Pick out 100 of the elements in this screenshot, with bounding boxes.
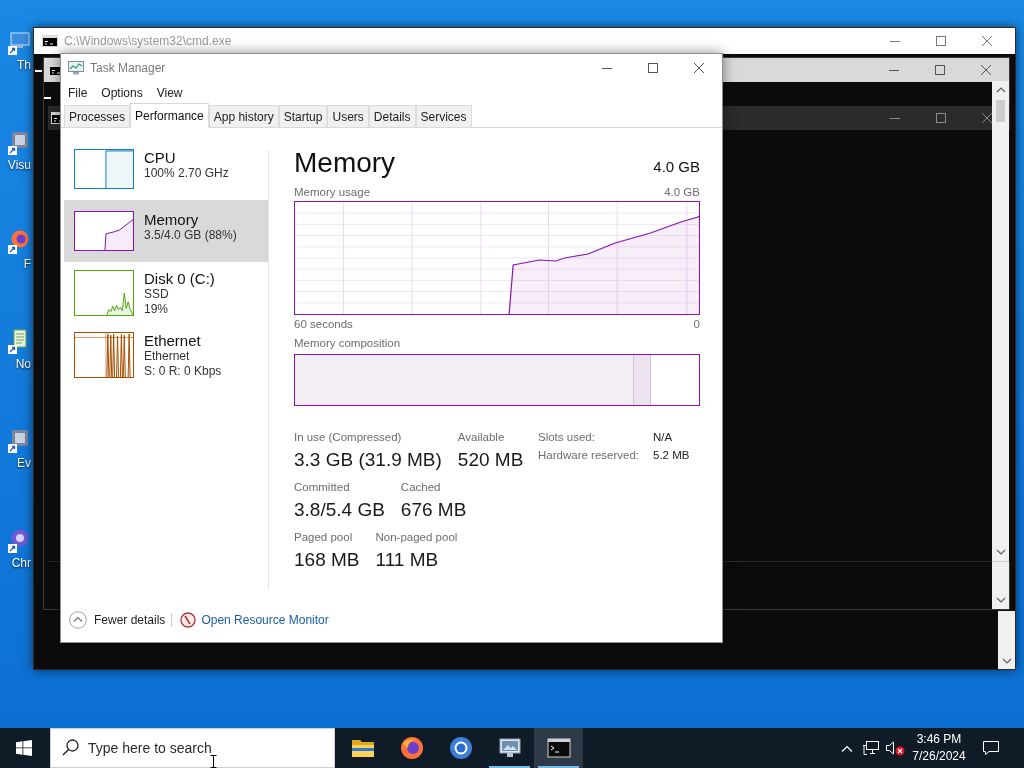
- menu-item[interactable]: File: [61, 84, 95, 102]
- maximize-icon: [648, 63, 658, 73]
- resource-item[interactable]: Disk 0 (C:) SSD 19%: [64, 262, 268, 324]
- notification-icon[interactable]: [982, 740, 1000, 756]
- minimize-icon: [602, 67, 612, 69]
- resource-detail: Ethernet: [144, 349, 191, 364]
- stat-value: 111 MB: [375, 548, 440, 572]
- graph-max-label: 4.0 GB: [664, 185, 700, 199]
- minimize-icon: [889, 69, 899, 71]
- window-title: C:\Windows\system32\cmd.exe: [64, 33, 232, 50]
- maximize-icon: [935, 65, 945, 75]
- icon-label[interactable]: Visu: [7, 157, 31, 172]
- resource-monitor-link[interactable]: Open Resource Monitor: [201, 610, 329, 629]
- shortcut-icon[interactable]: [7, 129, 31, 156]
- maximize-icon: [936, 36, 946, 46]
- shortcut-icon[interactable]: [7, 527, 31, 554]
- resource-name: Memory: [144, 211, 200, 228]
- tab[interactable]: Processes: [64, 105, 131, 127]
- axis-label: 0: [693, 317, 700, 331]
- resource-name: CPU: [144, 149, 177, 166]
- scrollbar-thumb[interactable]: [996, 100, 1005, 122]
- graph-label: Memory composition: [294, 336, 402, 350]
- speaker-muted-icon[interactable]: [885, 740, 905, 756]
- folder-icon[interactable]: [350, 738, 375, 758]
- info-label: Slots used:: [538, 430, 596, 445]
- tab[interactable]: Services: [415, 105, 472, 127]
- monitor-chart-icon: [68, 61, 84, 75]
- tab[interactable]: App history: [208, 105, 279, 127]
- stat-value: 3.8/5.4 GB: [294, 498, 385, 522]
- tab[interactable]: Details: [368, 105, 416, 127]
- circle-slash-icon: [180, 611, 197, 628]
- icon-label[interactable]: Chr: [11, 555, 31, 570]
- capacity-text: 4.0 GB: [653, 157, 700, 177]
- scrollbar[interactable]: [998, 611, 1015, 669]
- maximize-icon: [936, 113, 946, 123]
- stat-label: In use (Compressed): [294, 430, 403, 444]
- stat-label: Paged pool: [294, 530, 354, 544]
- stat-value: 3.3 GB (31.9 MB): [294, 448, 442, 472]
- console-cursor: [44, 97, 51, 99]
- minimize-icon: [890, 40, 900, 42]
- close-icon: [981, 65, 991, 75]
- chevron-down-icon[interactable]: [995, 548, 1006, 556]
- menu-item[interactable]: View: [149, 84, 190, 102]
- resource-detail: S: 0 R: 0 Kbps: [144, 363, 222, 378]
- tab[interactable]: Startup: [278, 105, 328, 127]
- resource-detail: SSD: [144, 287, 170, 302]
- shortcut-icon[interactable]: [7, 30, 31, 56]
- graph-label: Memory usage: [294, 185, 371, 199]
- search-field[interactable]: Type here to search: [50, 728, 335, 768]
- ring-icon[interactable]: [448, 736, 473, 760]
- axis-label: 60 seconds: [294, 317, 353, 331]
- resource-detail: 100% 2.70 GHz: [144, 166, 229, 181]
- chevron-down-icon[interactable]: [995, 596, 1006, 604]
- stat-value: 520 MB: [457, 448, 524, 472]
- resource-detail: 3.5/4.0 GB (88%): [144, 228, 237, 243]
- window-panes-icon: [16, 740, 32, 756]
- stat-label: Available: [457, 430, 506, 444]
- clock-button[interactable]: 3:46 PM 7/26/2024: [907, 728, 971, 768]
- resource-item[interactable]: Memory 3.5/4.0 GB (88%): [64, 200, 268, 262]
- stat-value: 676 MB: [400, 498, 467, 522]
- search-icon: [62, 739, 79, 756]
- resource-item[interactable]: CPU 100% 2.70 GHz: [64, 138, 268, 200]
- shortcut-icon[interactable]: [7, 229, 31, 255]
- stat-label: Cached: [400, 480, 442, 494]
- minimize-icon: [890, 117, 900, 119]
- chevron-circle-icon: [69, 610, 87, 629]
- resource-heading: Memory: [294, 146, 396, 180]
- icon-label[interactable]: No: [15, 356, 31, 371]
- window-title: Task Manager: [90, 60, 166, 77]
- terminal-icon[interactable]: [546, 738, 571, 758]
- resource-detail: 19%: [144, 301, 170, 316]
- console-cursor: [35, 70, 42, 72]
- monitor-icon[interactable]: [497, 737, 522, 759]
- close-icon: [694, 63, 704, 73]
- stat-label: Committed: [294, 480, 351, 494]
- stat-value: 168 MB: [294, 548, 360, 572]
- taskbar-app-button[interactable]: [534, 728, 583, 768]
- globe-icon[interactable]: [399, 736, 424, 760]
- chevron-up-icon[interactable]: [995, 86, 1006, 94]
- resource-item[interactable]: Ethernet Ethernet S: 0 R: 0 Kbps: [64, 324, 268, 386]
- info-label: Hardware reserved:: [538, 448, 640, 463]
- scrollbar[interactable]: [992, 561, 1009, 609]
- tab[interactable]: Performance: [130, 103, 209, 128]
- icon-label[interactable]: Th: [17, 58, 31, 72]
- menu-item[interactable]: Options: [94, 84, 150, 102]
- i-beam-pointer-icon: [210, 755, 217, 768]
- icon-label[interactable]: F: [23, 257, 31, 271]
- shortcut-icon[interactable]: [7, 428, 31, 454]
- tab[interactable]: Users: [327, 105, 369, 127]
- info-value: N/A: [653, 430, 674, 445]
- network-icon[interactable]: [862, 740, 880, 756]
- close-icon: [982, 36, 992, 46]
- icon-label[interactable]: Ev: [17, 456, 31, 470]
- scrollbar[interactable]: [992, 81, 1009, 561]
- chevron-down-icon[interactable]: [1001, 657, 1012, 665]
- resource-name: Ethernet: [144, 332, 202, 349]
- close-icon: [982, 113, 992, 123]
- info-value: 5.2 MB: [653, 448, 690, 463]
- fewer-details-button[interactable]: Fewer details: [69, 610, 166, 629]
- stat-label: Non-paged pool: [375, 530, 458, 544]
